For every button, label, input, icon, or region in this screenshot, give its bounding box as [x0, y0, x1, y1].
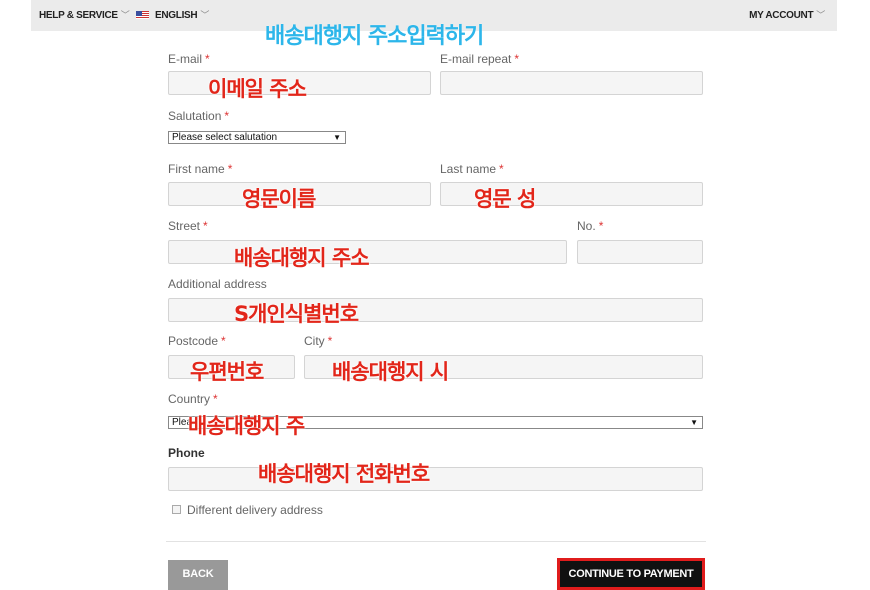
- number-label: No. *: [577, 219, 604, 233]
- email-repeat-field[interactable]: [440, 71, 703, 95]
- additional-address-label: Additional address: [168, 277, 267, 291]
- overlay-title: 배송대행지 주소입력하기: [265, 24, 484, 49]
- additional-annotation: S개인식별번호: [234, 302, 359, 326]
- city-annotation: 배송대행지 시: [332, 360, 449, 384]
- continue-to-payment-button[interactable]: CONTINUE TO PAYMENT: [557, 558, 705, 590]
- country-label: Country *: [168, 392, 218, 406]
- checkout-frame: HELP & SERVICE ﹀ ENGLISH ﹀ MY ACCOUNT ﹀: [31, 0, 837, 590]
- phone-label: Phone: [168, 446, 205, 460]
- salutation-select[interactable]: Please select salutation ▼: [168, 131, 346, 144]
- postcode-label: Postcode *: [168, 334, 226, 348]
- language-menu[interactable]: ENGLISH ﹀: [136, 0, 209, 31]
- email-repeat-label: E-mail repeat *: [440, 52, 520, 66]
- different-delivery-checkbox[interactable]: [172, 505, 181, 514]
- my-account-label: MY ACCOUNT: [749, 10, 814, 21]
- chevron-down-icon: ﹀: [120, 10, 130, 20]
- us-flag-icon: [136, 11, 149, 20]
- dropdown-arrow-icon: ▼: [333, 133, 341, 142]
- email-annotation: 이메일 주소: [208, 77, 307, 101]
- last-name-label: Last name *: [440, 162, 504, 176]
- back-button[interactable]: BACK: [168, 560, 228, 590]
- first-name-label: First name *: [168, 162, 233, 176]
- phone-field[interactable]: [168, 467, 703, 491]
- dropdown-arrow-icon: ▼: [690, 418, 698, 427]
- salutation-value: Please select salutation: [172, 132, 278, 143]
- chevron-down-icon: ﹀: [200, 10, 210, 20]
- house-number-field[interactable]: [577, 240, 703, 264]
- phone-annotation: 배송대행지 전화번호: [258, 462, 430, 486]
- salutation-label: Salutation *: [168, 109, 230, 123]
- divider: [166, 541, 706, 542]
- street-annotation: 배송대행지 주소: [234, 246, 370, 270]
- language-label: ENGLISH: [155, 10, 198, 21]
- postcode-annotation: 우편번호: [190, 360, 264, 384]
- country-annotation: 배송대행지 주: [188, 414, 305, 438]
- help-service-label: HELP & SERVICE: [39, 10, 118, 21]
- first-name-annotation: 영문이름: [242, 187, 316, 211]
- help-service-menu[interactable]: HELP & SERVICE ﹀: [39, 0, 130, 31]
- city-label: City *: [304, 334, 333, 348]
- email-label: E-mail *: [168, 52, 210, 66]
- different-delivery-label: Different delivery address: [187, 503, 323, 517]
- street-label: Street *: [168, 219, 208, 233]
- chevron-down-icon: ﹀: [816, 10, 825, 20]
- last-name-annotation: 영문 성: [474, 187, 536, 211]
- my-account-menu[interactable]: MY ACCOUNT ﹀: [749, 0, 825, 31]
